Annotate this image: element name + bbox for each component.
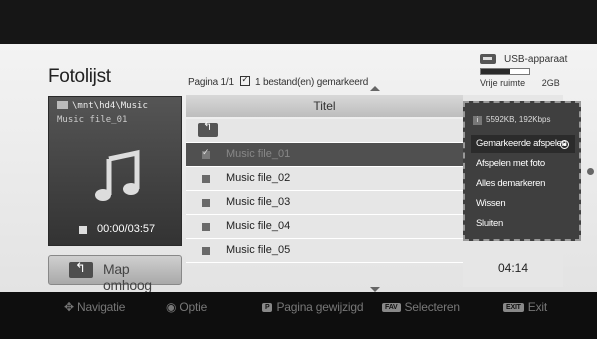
free-space-value: 2GB — [541, 78, 560, 88]
column-title: Titel — [313, 99, 336, 113]
info-icon: i — [473, 116, 482, 125]
list-item-label: Music file_02 — [226, 172, 291, 184]
footer-bar: ✥ Navigatie ◉ Optie P Pagina gewijzigd FA… — [0, 292, 597, 339]
page-title: Fotolijst — [48, 66, 111, 87]
list-item[interactable]: Music file_01 — [186, 143, 463, 167]
list-item[interactable]: Music file_03 — [186, 191, 463, 215]
option-label: Gemarkeerde afspelen — [476, 138, 567, 149]
folder-path-text: \mnt\hd4\Music — [72, 101, 148, 111]
option-play-marked[interactable]: Gemarkeerde afspelen — [471, 135, 575, 153]
list-item-label: Music file_04 — [226, 220, 291, 232]
option-delete[interactable]: Wissen — [471, 195, 575, 213]
free-space-label: Vrije ruimte — [480, 78, 526, 88]
option-label: Wissen — [476, 198, 506, 209]
checkbox[interactable] — [202, 247, 210, 255]
folder-icon — [57, 101, 68, 109]
usb-icon — [480, 54, 496, 64]
page-info: Pagina 1/1 1 bestand(en) gemarkeerd — [188, 74, 369, 88]
option-label: Sluiten — [476, 218, 503, 229]
folder-up-button[interactable]: Map omhoog — [48, 255, 182, 293]
marked-count: 1 bestand(en) gemarkeerd — [255, 77, 369, 88]
file-list: Music file_01 Music file_02 Music file_0… — [186, 119, 463, 263]
footer-exit: EXIT Exit — [503, 300, 547, 314]
folder-path: \mnt\hd4\Music — [57, 101, 148, 111]
music-note-icon — [95, 149, 140, 201]
parent-folder-row[interactable] — [186, 119, 463, 143]
option-label: Alles demarkeren — [476, 178, 546, 189]
top-bar — [0, 0, 597, 44]
usb-status: USB-apparaat Vrije ruimte 2GB — [478, 54, 588, 94]
checkbox[interactable] — [202, 223, 210, 231]
footer-page: P Pagina gewijzigd — [262, 300, 364, 314]
checkbox[interactable] — [202, 199, 210, 207]
ok-button-icon: ◉ — [166, 300, 180, 314]
footer-option-label: Optie — [179, 300, 208, 314]
storage-bar — [480, 68, 530, 75]
stop-icon — [79, 226, 87, 234]
checkbox[interactable] — [202, 147, 210, 159]
checkmark-icon — [240, 74, 251, 86]
usb-label: USB-apparaat — [504, 54, 568, 65]
footer-exit-label: Exit — [527, 300, 547, 314]
option-play-with-photo[interactable]: Afspelen met foto — [471, 155, 575, 173]
scroll-up-icon[interactable] — [370, 86, 380, 91]
exit-key-icon: EXIT — [503, 303, 524, 312]
page-key-icon: P — [262, 303, 273, 312]
option-close[interactable]: Sluiten — [471, 215, 575, 233]
folder-up-icon — [69, 260, 93, 278]
current-file-name: Music file_01 — [57, 115, 128, 125]
list-header: Titel — [186, 95, 463, 117]
list-item-label: Music file_05 — [226, 244, 291, 256]
footer-select-label: Selecteren — [404, 300, 461, 314]
footer-select: FAV Selecteren — [382, 300, 460, 314]
list-item-label: Music file_03 — [226, 196, 291, 208]
list-item[interactable]: Music file_05 — [186, 239, 463, 263]
storage-bar-fill — [481, 69, 510, 74]
option-label: Afspelen met foto — [476, 158, 545, 169]
footer-option: ◉ Optie — [166, 300, 207, 314]
checkbox[interactable] — [202, 175, 210, 183]
folder-up-icon — [198, 120, 218, 137]
list-item[interactable]: Music file_04 — [186, 215, 463, 239]
footer-navigation-label: Navigatie — [77, 300, 126, 314]
option-unmark-all[interactable]: Alles demarkeren — [471, 175, 575, 193]
preview-pane: \mnt\hd4\Music Music file_01 00:00/03:57 — [48, 96, 182, 246]
file-info: i 5592KB, 192Kbps — [473, 115, 551, 125]
track-duration: 04:14 — [497, 261, 529, 275]
playback-time: 00:00/03:57 — [97, 223, 156, 235]
list-item-label: Music file_01 — [226, 148, 291, 160]
popup-indicator-icon — [587, 168, 594, 175]
footer-page-label: Pagina gewijzigd — [276, 300, 364, 314]
navigation-arrows-icon: ✥ — [64, 300, 77, 314]
options-popup: i 5592KB, 192Kbps Gemarkeerde afspelen Af… — [463, 101, 581, 241]
free-space: Vrije ruimte 2GB — [480, 78, 560, 88]
page-number: Pagina 1/1 — [188, 77, 234, 88]
fav-key-icon: FAV — [382, 303, 401, 312]
list-item[interactable]: Music file_02 — [186, 167, 463, 191]
file-info-text: 5592KB, 192Kbps — [486, 115, 551, 124]
folder-up-label: Map omhoog — [103, 261, 152, 293]
footer-navigation: ✥ Navigatie — [64, 300, 125, 314]
radio-selected-icon — [560, 140, 569, 149]
